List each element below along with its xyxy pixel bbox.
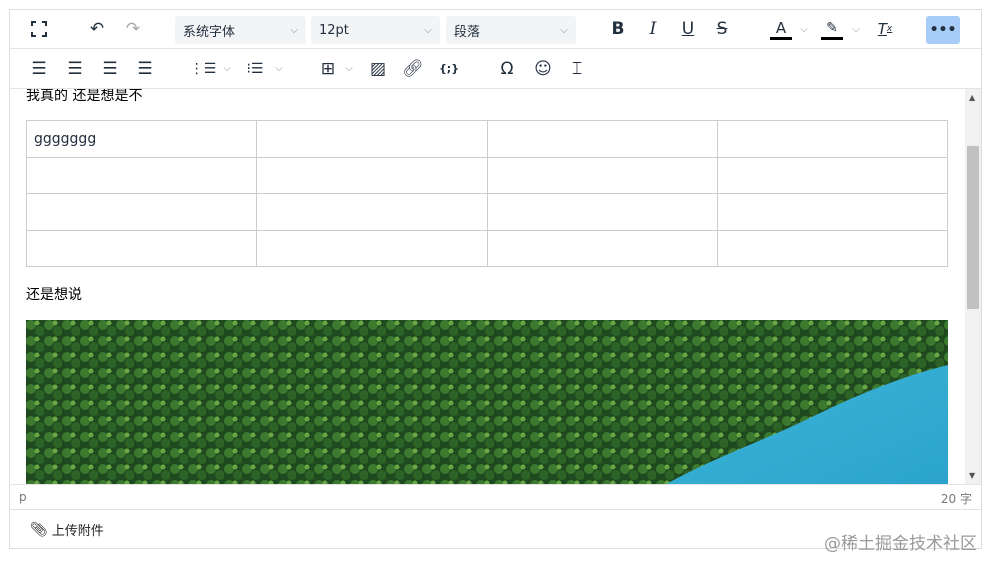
strikethrough-icon[interactable]: S [711,15,733,43]
table-cell[interactable] [25,229,258,267]
chevron-down-icon[interactable]: ⌵ [273,55,285,83]
chevron-down-icon[interactable]: ⌵ [221,55,233,83]
table-cell[interactable] [256,229,488,267]
text-color-icon[interactable]: A [770,18,792,40]
table-row [25,193,949,231]
align-right-icon[interactable]: ☰ [99,55,121,83]
table-row [25,229,949,267]
numbered-list-icon[interactable]: ⋮☰ [190,55,217,83]
scrollbar[interactable]: ▲ ▼ [965,89,981,484]
upload-label: 上传附件 [51,524,104,539]
fullscreen-icon[interactable] [28,15,50,43]
italic-icon[interactable]: I [642,15,664,43]
toolbar-row-2: ☰ ☰ ☰ ☰ ⋮☰ ⌵ ⁝☰ ⌵ ⊞ ⌵ ▨ 🔗︎ {;} Ω ☺ ⌶ [10,49,981,89]
undo-icon[interactable]: ↶ [86,15,108,43]
chevron-down-icon[interactable]: ⌵ [798,15,810,43]
upload-attachment-button[interactable]: 📎︎ 上传附件 [30,520,104,540]
chevron-down-icon: ⌵ [290,24,298,36]
font-size-value: 12pt [319,22,349,38]
paperclip-icon: 📎︎ [30,521,48,538]
table-cell[interactable] [486,120,718,158]
scroll-up-icon[interactable]: ▲ [969,93,975,102]
table-cell[interactable] [25,156,258,194]
font-family-select[interactable]: 系统字体 ⌵ [175,16,306,44]
scrollbar-thumb[interactable] [967,146,979,309]
table-cell[interactable] [256,193,488,231]
block-format-select[interactable]: 段落 ⌵ [446,16,576,44]
bold-icon[interactable]: B [607,15,629,43]
chevron-down-icon[interactable]: ⌵ [343,55,355,83]
table-cell[interactable] [25,193,258,231]
link-icon[interactable]: 🔗︎ [402,55,424,83]
redo-icon[interactable]: ↷ [122,15,144,43]
table-row [25,156,949,194]
chevron-down-icon[interactable]: ⌵ [850,15,862,43]
code-sample-icon[interactable]: {;} [438,55,460,83]
toolbar-row-1: ↶ ↷ 系统字体 ⌵ 12pt ⌵ 段落 ⌵ B I U S A ⌵ ✎ ⌵ Tx •… [10,10,981,49]
font-family-value: 系统字体 [183,24,236,40]
table-cell[interactable] [486,156,718,194]
status-bar: p 20 字 [10,484,981,510]
scroll-down-icon[interactable]: ▼ [969,471,975,480]
watermark: @稀土掘金技术社区 [824,534,977,554]
table-cell[interactable] [716,120,949,158]
more-icon[interactable]: ••• [926,16,960,44]
table-cell[interactable] [716,156,949,194]
table-cell[interactable] [486,193,718,231]
block-format-value: 段落 [454,24,481,40]
table-cell[interactable]: ggggggg [25,120,258,158]
align-center-icon[interactable]: ☰ [64,55,86,83]
table-row: ggggggg [25,120,949,158]
forest-lake-image[interactable] [26,320,948,484]
chevron-down-icon: ⌵ [560,24,568,36]
paragraph: 还是想说 [26,287,82,303]
element-path[interactable]: p [19,490,27,504]
chevron-down-icon: ⌵ [424,24,432,36]
clear-format-icon[interactable]: Tx [874,15,896,43]
align-left-icon[interactable]: ☰ [28,55,50,83]
bullet-list-icon[interactable]: ⁝☰ [244,55,266,83]
image-icon[interactable]: ▨ [367,55,389,83]
table-cell[interactable] [256,120,488,158]
justify-icon[interactable]: ☰ [134,55,156,83]
word-count: 20 字 [940,492,972,506]
table-cell[interactable] [716,229,949,267]
emoji-icon[interactable]: ☺ [532,55,554,83]
underline-icon[interactable]: U [677,15,699,43]
rich-text-editor: ↶ ↷ 系统字体 ⌵ 12pt ⌵ 段落 ⌵ B I U S A ⌵ ✎ ⌵ Tx •… [9,9,982,549]
highlight-icon[interactable]: ✎ [821,18,843,40]
page-break-icon[interactable]: ⌶ [566,55,588,83]
content-table[interactable]: ggggggg [25,120,949,267]
font-size-select[interactable]: 12pt ⌵ [311,16,440,44]
paragraph: 我真的 还是想是不 [26,89,143,104]
table-cell[interactable] [716,193,949,231]
special-char-icon[interactable]: Ω [496,55,518,83]
editor-content[interactable]: 我真的 还是想是不 ggggggg 还是想说 [10,89,965,484]
table-icon[interactable]: ⊞ [317,55,339,83]
table-cell[interactable] [256,156,488,194]
table-cell[interactable] [486,229,718,267]
